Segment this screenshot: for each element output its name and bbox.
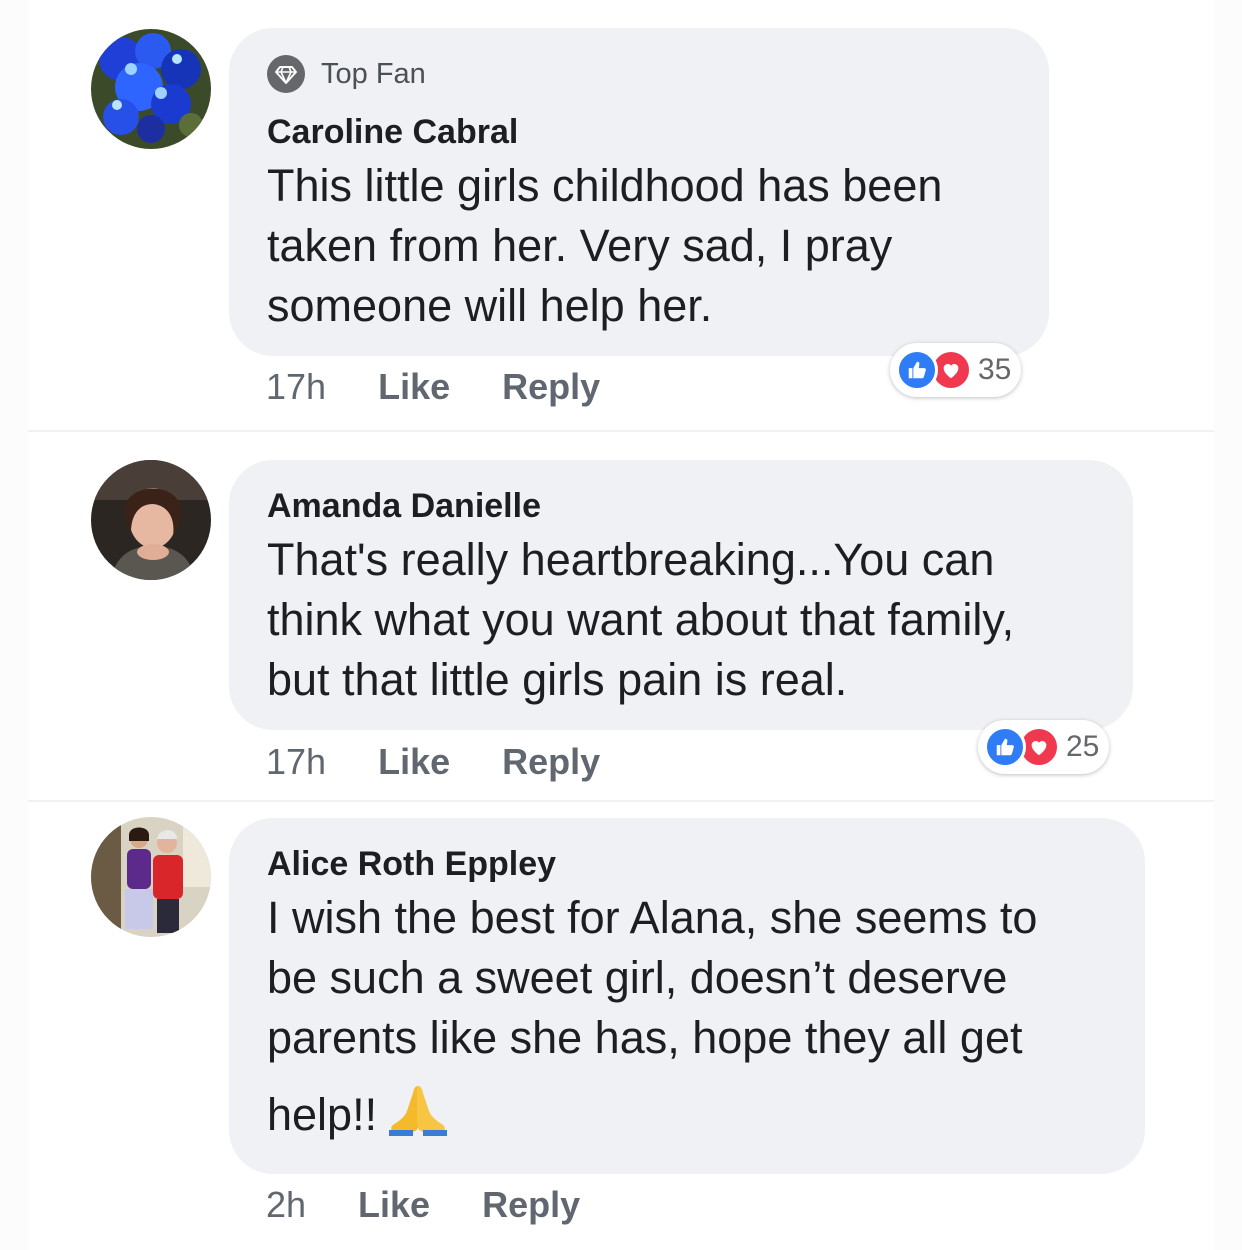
comment-line: someone will help her. xyxy=(267,280,713,331)
comment-author[interactable]: Caroline Cabral xyxy=(267,112,1049,152)
comment-line: parents like she has, hope they all get xyxy=(267,1012,1023,1063)
like-button[interactable]: Like xyxy=(358,1184,430,1226)
comment-line: think what you want about that family, xyxy=(267,594,1015,645)
comment-line: taken from her. Very sad, I pray xyxy=(267,220,893,271)
reaction-summary[interactable]: 35 xyxy=(890,343,1022,397)
like-button[interactable]: Like xyxy=(378,741,450,783)
like-reaction-icon xyxy=(896,349,938,391)
reply-button[interactable]: Reply xyxy=(502,366,600,408)
like-button[interactable]: Like xyxy=(378,366,450,408)
comment-timestamp[interactable]: 2h xyxy=(266,1184,306,1226)
comment-bubble: Amanda Danielle That's really heartbreak… xyxy=(229,460,1133,730)
reply-button[interactable]: Reply xyxy=(482,1184,580,1226)
comment-author[interactable]: Alice Roth Eppley xyxy=(267,844,1145,884)
top-fan-badge: Top Fan xyxy=(267,54,1049,94)
avatar-caroline-cabral[interactable] xyxy=(91,29,211,149)
comment-line-last: help!! xyxy=(267,1082,1145,1145)
reaction-count: 35 xyxy=(978,353,1012,386)
comment-line: but that little girls pain is real. xyxy=(267,654,848,705)
folded-hands-emoji xyxy=(389,1086,448,1136)
comment-actions: 17h Like Reply xyxy=(266,366,652,408)
divider xyxy=(28,430,1214,432)
comment-line: This little girls childhood has been xyxy=(267,160,943,211)
top-fan-diamond-icon xyxy=(267,55,305,93)
like-reaction-icon xyxy=(984,726,1026,768)
comment-line: I wish the best for Alana, she seems to xyxy=(267,892,1038,943)
reaction-summary[interactable]: 25 xyxy=(978,720,1110,774)
comment-line: That's really heartbreaking...You can xyxy=(267,534,995,585)
avatar-amanda-danielle[interactable] xyxy=(91,460,211,580)
top-fan-label: Top Fan xyxy=(321,57,426,90)
comment-bubble: Top Fan Caroline Cabral This little girl… xyxy=(229,28,1049,356)
comment-actions: 17h Like Reply xyxy=(266,741,652,783)
comment-bubble: Alice Roth Eppley I wish the best for Al… xyxy=(229,818,1145,1174)
comment-line: help!! xyxy=(267,1089,378,1140)
comment-line: be such a sweet girl, doesn’t deserve xyxy=(267,952,1008,1003)
avatar-alice-roth-eppley[interactable] xyxy=(91,817,211,937)
comment-text: I wish the best for Alana, she seems to … xyxy=(267,888,1145,1145)
divider xyxy=(28,800,1214,802)
comment-text: That's really heartbreaking...You can th… xyxy=(267,530,1133,710)
comment-timestamp[interactable]: 17h xyxy=(266,741,326,783)
comment-author[interactable]: Amanda Danielle xyxy=(267,486,1133,526)
comment-timestamp[interactable]: 17h xyxy=(266,366,326,408)
reply-button[interactable]: Reply xyxy=(502,741,600,783)
reaction-count: 25 xyxy=(1066,730,1100,763)
comment-text: This little girls childhood has been tak… xyxy=(267,156,1049,336)
comment-actions: 2h Like Reply xyxy=(266,1184,632,1226)
